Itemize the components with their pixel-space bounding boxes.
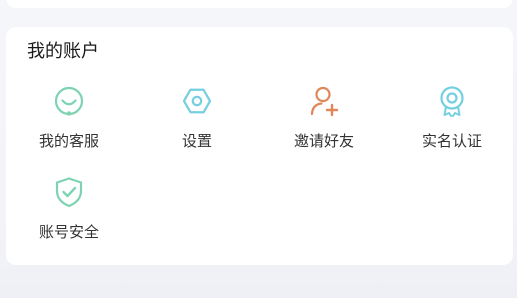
account-security-button[interactable]: 账号安全 <box>14 176 124 258</box>
settings-label: 设置 <box>181 132 212 150</box>
verification-badge-icon <box>440 86 464 117</box>
real-name-verification-label: 实名认证 <box>421 132 482 150</box>
account-security-shield-icon <box>55 177 83 208</box>
account-security-label: 账号安全 <box>38 223 99 241</box>
settings-button[interactable]: 设置 <box>142 85 252 167</box>
previous-card <box>6 0 513 8</box>
invite-friend-icon <box>310 86 339 117</box>
customer-service-button[interactable]: 我的客服 <box>14 85 124 167</box>
real-name-verification-button[interactable]: 实名认证 <box>397 85 507 167</box>
section-title: 我的账户 <box>27 41 99 62</box>
invite-friend-button[interactable]: 邀请好友 <box>269 85 379 167</box>
settings-icon <box>182 88 212 114</box>
customer-service-label: 我的客服 <box>38 132 99 150</box>
my-account-card: 我的账户 我的客服 设置 邀请好友 实名认证 账号安全 <box>6 27 513 265</box>
customer-service-icon <box>54 86 84 116</box>
invite-friend-label: 邀请好友 <box>293 132 354 150</box>
